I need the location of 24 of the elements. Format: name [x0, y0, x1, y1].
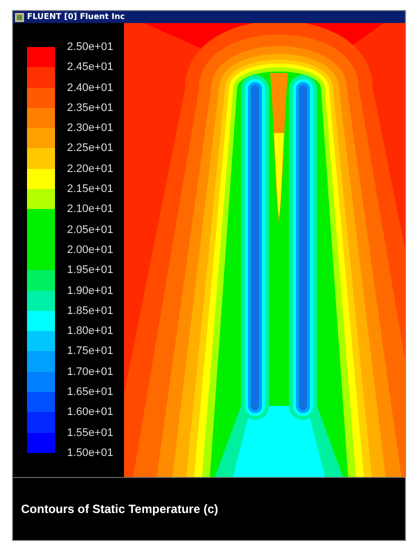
legend-label: 1.85e+01: [67, 304, 114, 319]
plot-caption: Contours of Static Temperature (c): [21, 502, 218, 516]
legend-label: 2.05e+01: [67, 222, 114, 238]
legend-label: 2.35e+01: [67, 100, 114, 116]
legend-label: 2.15e+01: [67, 182, 114, 198]
legend-label: 2.10e+01: [67, 202, 114, 218]
legend-label: 1.55e+01: [67, 426, 114, 441]
legend-label: 2.50e+01: [67, 40, 114, 55]
legend-label: 1.95e+01: [67, 263, 114, 278]
legend-label: 2.30e+01: [67, 121, 114, 136]
legend-label: 1.75e+01: [67, 344, 114, 360]
legend-label: 1.65e+01: [67, 385, 114, 400]
legend-label: 1.70e+01: [67, 364, 114, 380]
legend-label: 1.60e+01: [67, 405, 114, 420]
legend-label: 2.20e+01: [67, 162, 114, 177]
legend-label: 2.40e+01: [67, 80, 114, 96]
legend-label: 1.90e+01: [67, 284, 114, 299]
window-title: FLUENT [0] Fluent Inc: [27, 11, 125, 23]
app-icon: [15, 12, 24, 22]
legend-label: 2.00e+01: [67, 242, 114, 258]
legend-label: 2.45e+01: [67, 60, 114, 76]
legend-label: 1.80e+01: [67, 324, 114, 340]
legend-label: 2.25e+01: [67, 141, 114, 156]
legend-label: 1.50e+01: [67, 446, 114, 461]
